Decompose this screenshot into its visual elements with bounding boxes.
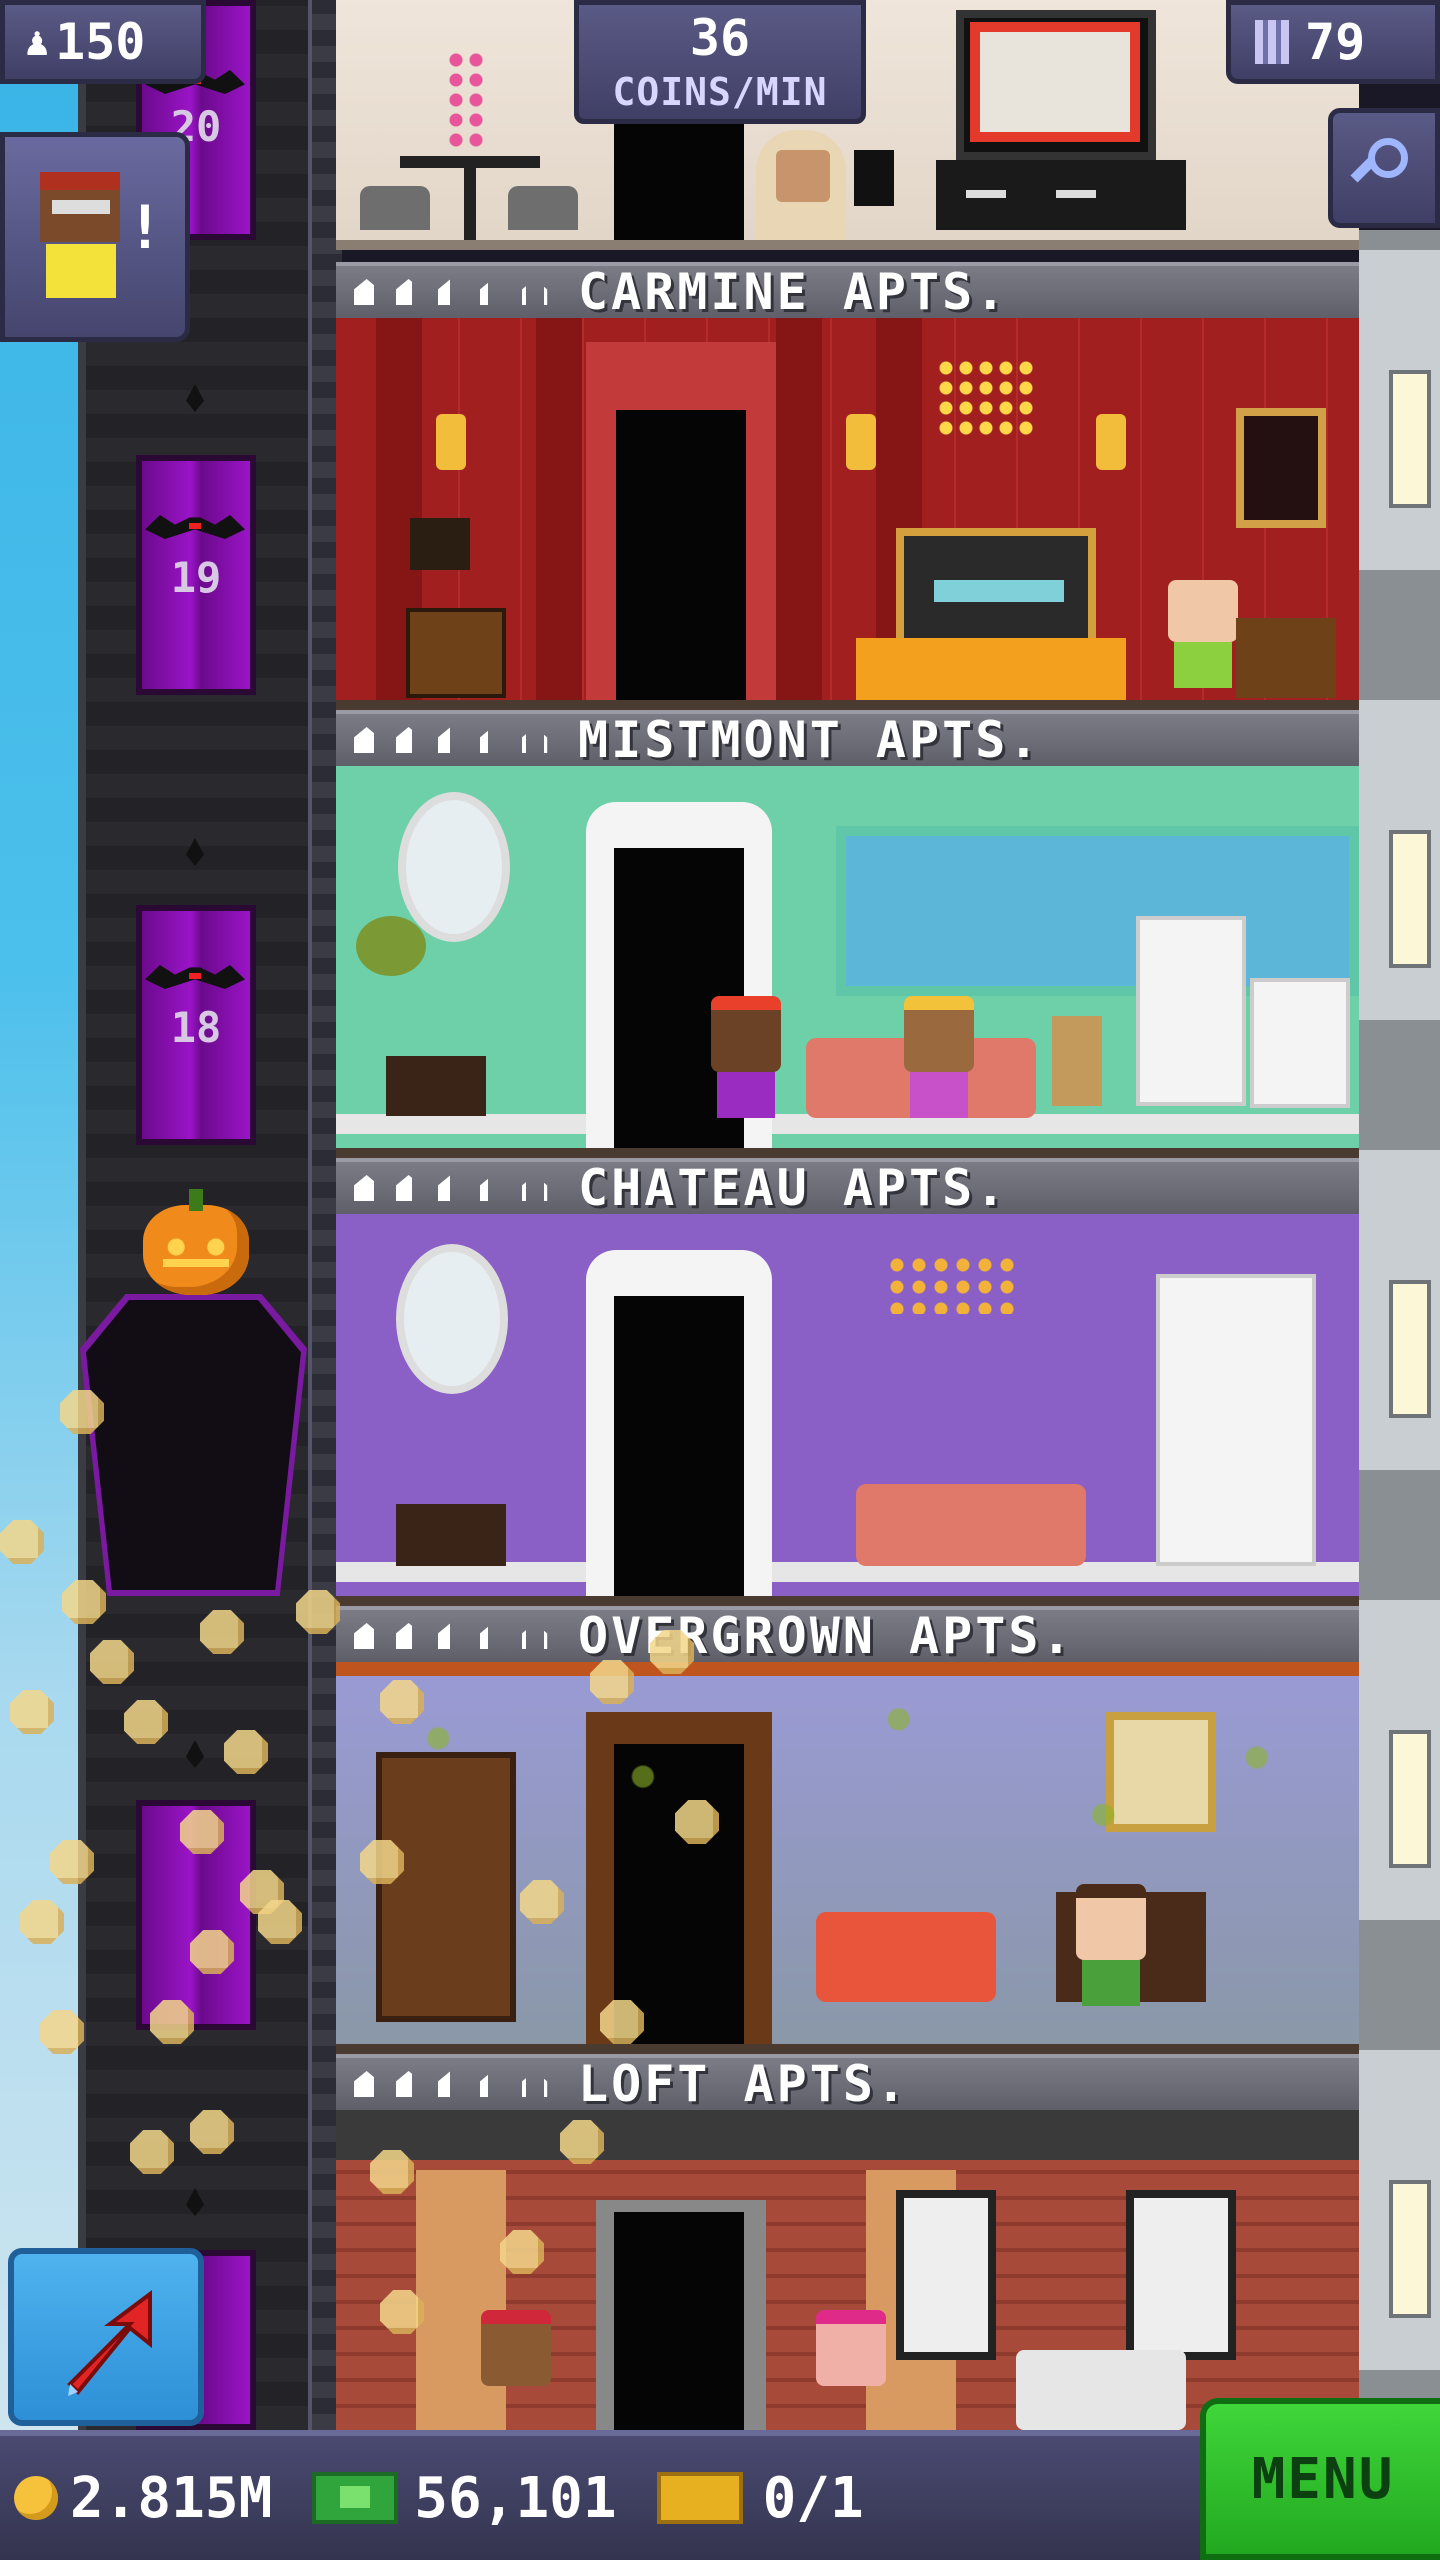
bitizen[interactable] xyxy=(711,996,781,1118)
floor-name: CHATEAU APTS. xyxy=(578,1159,1009,1217)
room-interior xyxy=(336,766,1359,1158)
floor-mistmont[interactable]: MISTMONT APTS. xyxy=(336,710,1359,1158)
population-counter[interactable]: ♟ 150 xyxy=(0,0,206,84)
floor-name: LOFT APTS. xyxy=(578,2055,910,2113)
coins-value: 2.815M xyxy=(70,2465,273,2531)
floor-name: MISTMONT APTS. xyxy=(578,711,1042,769)
bitizen[interactable] xyxy=(904,996,974,1118)
population-value: 150 xyxy=(55,13,146,71)
floor-chateau[interactable]: CHATEAU APTS. xyxy=(336,1158,1359,1606)
room-interior xyxy=(336,2110,1359,2430)
search-button[interactable] xyxy=(1328,108,1440,228)
tickets-value: 0/1 xyxy=(762,2465,864,2531)
floor-loft[interactable]: LOFT APTS. xyxy=(336,2054,1359,2430)
floor-label: LOFT APTS. xyxy=(336,2054,1359,2113)
residents-icon xyxy=(354,2071,548,2097)
room-door xyxy=(614,2212,744,2430)
coins-per-min-value: 36 xyxy=(689,9,751,67)
bat-decoration xyxy=(145,505,245,545)
floor-count-value: 79 xyxy=(1305,13,1366,71)
room-door xyxy=(614,1296,744,1596)
coins-per-min-unit: COINS/MIN xyxy=(612,70,828,114)
floor-overgrown[interactable]: OVERGROWN APTS. xyxy=(336,1606,1359,2054)
room-interior xyxy=(336,1662,1359,2054)
building-edge xyxy=(1359,230,1440,2430)
pumpkin-icon xyxy=(143,1189,249,1295)
floor-label: MISTMONT APTS. xyxy=(336,710,1359,769)
elevator-coffin-interior xyxy=(86,1300,301,1590)
person-up-icon: ♟ xyxy=(25,19,50,65)
menu-button[interactable]: MENU xyxy=(1200,2398,1440,2560)
residents-icon xyxy=(354,1175,548,1201)
magnifier-icon xyxy=(1350,138,1414,198)
exclamation-icon: ! xyxy=(126,193,163,263)
room-door xyxy=(616,410,746,700)
elevator-floor-number: 19 xyxy=(170,553,222,602)
floor-counter[interactable]: 79 xyxy=(1226,0,1440,84)
golden-ticket-icon xyxy=(656,2472,743,2524)
floor-label: CARMINE APTS. xyxy=(336,262,1359,321)
coin-icon xyxy=(14,2476,58,2520)
bat-decoration xyxy=(145,955,245,995)
floor-label: CHATEAU APTS. xyxy=(336,1158,1359,1217)
coins-per-min-display: 36 COINS/MIN xyxy=(574,0,866,124)
room-interior xyxy=(336,1214,1359,1606)
residents-icon xyxy=(354,727,548,753)
floor-name: CARMINE APTS. xyxy=(578,263,1009,321)
elevator-door-18[interactable]: 18 xyxy=(136,905,256,1145)
floor-carmine[interactable]: CARMINE APTS. xyxy=(336,262,1359,710)
red-arrow-icon xyxy=(67,2290,152,2396)
residents-icon xyxy=(354,1623,548,1649)
bitizen[interactable] xyxy=(816,2310,886,2386)
elevator-up-button[interactable] xyxy=(8,2248,204,2426)
chandelier-icon xyxy=(936,358,1036,438)
bitizen[interactable] xyxy=(1168,580,1238,688)
elevator-door-19[interactable]: 19 xyxy=(136,455,256,695)
bux-bill-icon xyxy=(312,2472,399,2524)
residents-icon xyxy=(354,279,548,305)
bux-value: 56,101 xyxy=(414,2465,617,2531)
chandelier-icon xyxy=(886,1254,1016,1314)
floor-label: OVERGROWN APTS. xyxy=(336,1606,1359,1665)
building-icon xyxy=(1255,20,1289,64)
bitizen[interactable] xyxy=(481,2310,551,2386)
room-interior xyxy=(336,318,1359,710)
bitizen-alert-button[interactable]: ! xyxy=(0,132,190,342)
elevator-floor-number: 18 xyxy=(170,1003,222,1052)
sky-background xyxy=(0,0,78,2430)
bitizen-avatar xyxy=(30,172,130,302)
